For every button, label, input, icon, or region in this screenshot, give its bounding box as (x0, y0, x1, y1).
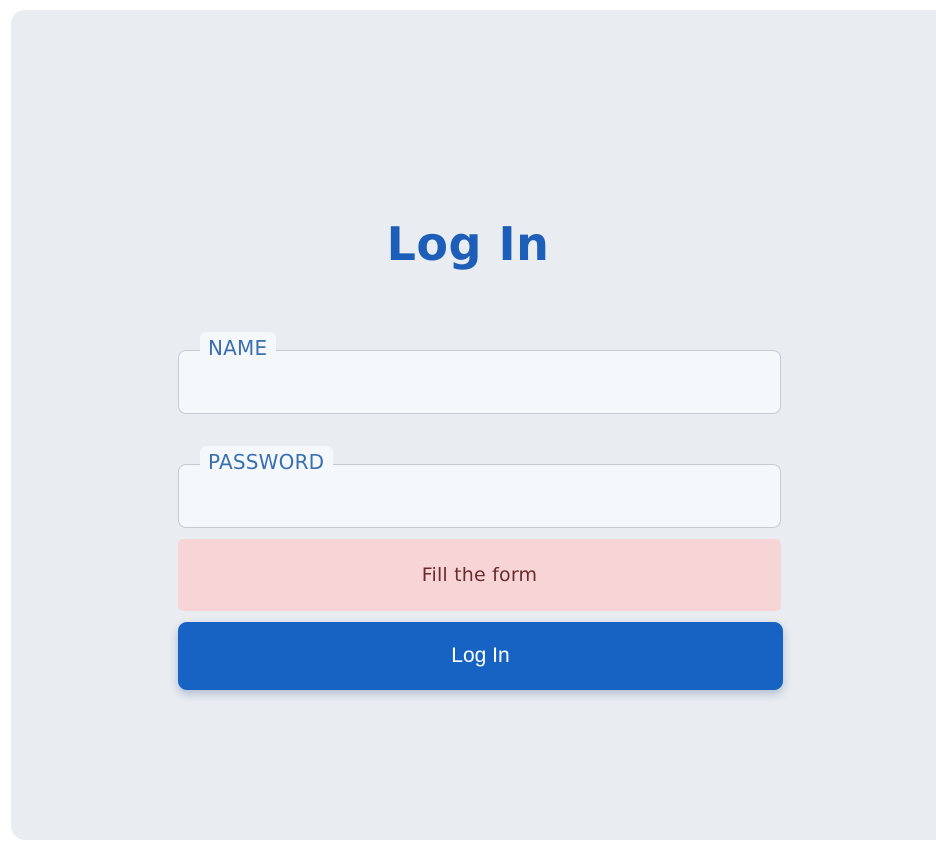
password-field[interactable]: PASSWORD (178, 446, 781, 528)
name-field-label: NAME (200, 332, 277, 364)
login-button[interactable]: Log In (178, 622, 783, 690)
page-title: Log In (386, 217, 550, 271)
login-card (11, 10, 936, 840)
password-field-label: PASSWORD (200, 446, 334, 478)
name-field[interactable]: NAME (178, 332, 781, 414)
error-alert: Fill the form (178, 539, 781, 611)
